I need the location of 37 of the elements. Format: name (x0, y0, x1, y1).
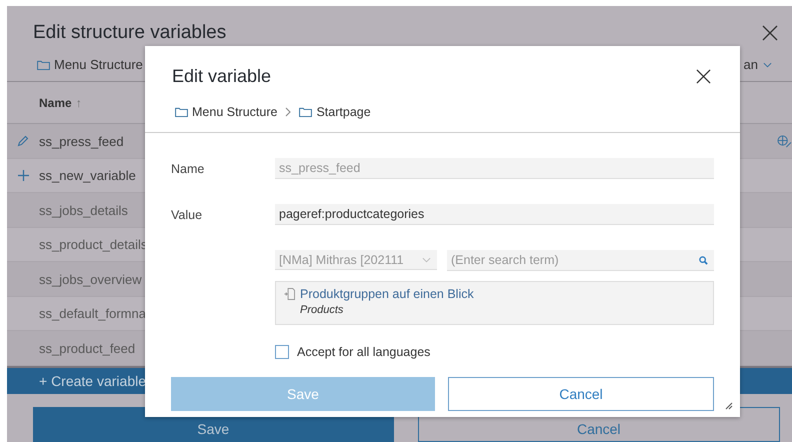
variable-name: ss_product_feed (39, 340, 136, 356)
variable-name: ss_press_feed (39, 134, 124, 149)
close-icon[interactable] (762, 25, 778, 42)
chevron-icon (285, 107, 292, 117)
variable-name: ss_new_variable (39, 168, 136, 184)
variable-name: ss_product_details (39, 237, 148, 252)
search-field[interactable]: (Enter search term) (447, 250, 714, 271)
search-result[interactable]: Produktgruppen auf einen Blick Products (275, 281, 714, 325)
folder-icon (175, 107, 188, 117)
chevron-icon (763, 62, 772, 68)
globe-icon[interactable] (777, 134, 792, 148)
cancel-button[interactable]: Cancel (448, 377, 714, 411)
variable-name: ss_jobs_details (39, 202, 128, 218)
panel-title: Edit structure variables (33, 22, 226, 44)
result-subtitle: Products (300, 304, 344, 316)
plus-icon (18, 170, 28, 182)
field-label: Value (171, 208, 204, 222)
pencil-icon (17, 135, 29, 148)
breadcrumb-link[interactable]: Startpage (316, 105, 371, 119)
search-icon[interactable] (699, 256, 708, 265)
page-icon (284, 288, 295, 300)
checkbox[interactable] (275, 345, 289, 359)
close-icon[interactable] (696, 68, 711, 84)
resize-grip-icon[interactable] (725, 402, 733, 410)
result-title: Produktgruppen auf einen Blick (300, 287, 474, 301)
language-dropdown[interactable]: an (744, 57, 772, 72)
folder-icon (37, 60, 50, 70)
breadcrumb-link[interactable]: Menu Structure (54, 57, 143, 72)
breadcrumb-link[interactable]: Menu Structure (192, 105, 278, 119)
field-label: Name (171, 162, 206, 176)
variable-name: ss_default_formna (39, 306, 146, 322)
checkbox-label: Accept for all languages (297, 345, 430, 359)
chevron-icon (422, 256, 431, 262)
folder-icon (299, 107, 312, 117)
dialog-title: Edit variable (172, 66, 272, 86)
variable-name: ss_jobs_overview (39, 272, 142, 287)
text-field[interactable]: pageref:productcategories (275, 204, 714, 225)
